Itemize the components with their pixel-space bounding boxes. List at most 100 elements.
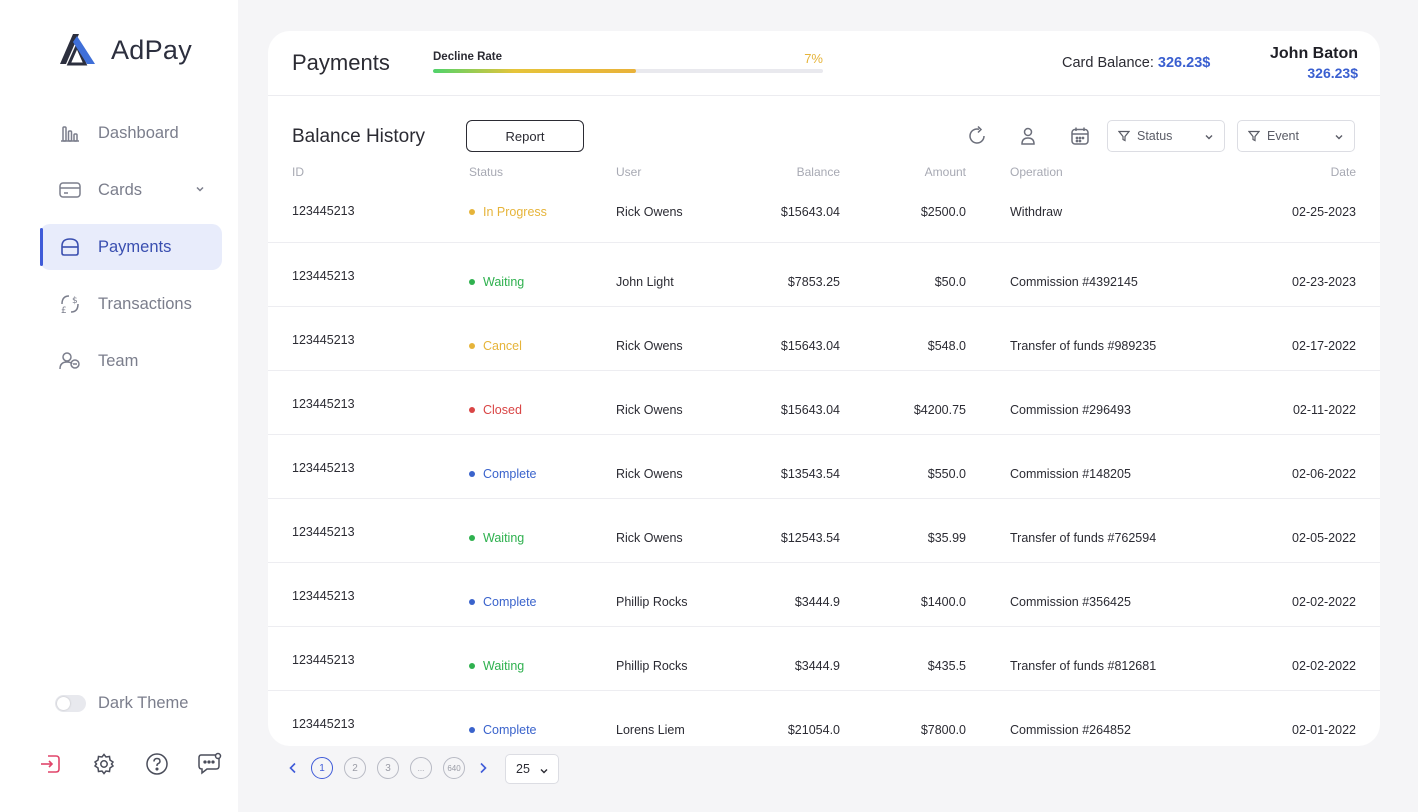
table-row[interactable]: 123445213 Waiting John Light $7853.25 $50.0 C… — [268, 243, 1380, 307]
gear-icon[interactable] — [91, 751, 117, 777]
top-bar: Payments Decline Rate 7% Card Balance: 3… — [268, 31, 1380, 96]
status-filter-label: Status — [1137, 129, 1173, 143]
table-row[interactable]: 123445213 In Progress Rick Owens $15643.04 $… — [268, 191, 1380, 243]
cell-amount: $548.0 — [927, 339, 966, 353]
page-button[interactable]: 640 — [443, 757, 465, 779]
dark-theme-setting: Dark Theme — [55, 694, 188, 713]
cell-amount: $50.0 — [934, 275, 966, 289]
status-text: Complete — [483, 595, 537, 609]
rows-per-page-select[interactable]: 25 — [505, 754, 559, 784]
table-row[interactable]: 123445213 Waiting Rick Owens $12543.54 $35.9… — [268, 499, 1380, 563]
sidebar-item-label: Team — [98, 351, 139, 370]
status-text: Waiting — [483, 531, 525, 545]
table-row[interactable]: 123445213 Complete Phillip Rocks $3444.9 $14… — [268, 563, 1380, 627]
dark-theme-toggle[interactable] — [55, 695, 86, 712]
cell-id: 123445213 — [292, 653, 355, 667]
status-dot-icon — [469, 471, 475, 477]
status-filter-dropdown[interactable]: Status — [1107, 120, 1225, 152]
adpay-logo-icon — [57, 30, 97, 71]
status-dot-icon — [469, 209, 475, 215]
table-row[interactable]: 123445213 Closed Rick Owens $15643.04 $4200.… — [268, 371, 1380, 435]
cell-status: Cancel — [469, 339, 522, 353]
cell-status: In Progress — [469, 205, 547, 219]
page-button[interactable]: ... — [410, 757, 432, 779]
card-balance-value: 326.23$ — [1157, 55, 1211, 71]
page-button[interactable]: 2 — [344, 757, 366, 779]
credit-card-icon — [58, 178, 82, 202]
sidebar-item-label: Transactions — [98, 294, 192, 313]
sidebar-item-payments[interactable]: Payments — [40, 224, 222, 270]
page-button[interactable]: 1 — [311, 757, 333, 779]
next-page-arrow-icon[interactable] — [476, 757, 490, 779]
column-header-id[interactable]: ID — [292, 165, 304, 179]
status-dot-icon — [469, 279, 475, 285]
logo[interactable]: AdPay — [57, 30, 192, 71]
cell-operation: Commission #148205 — [1010, 467, 1131, 481]
sidebar-item-label: Cards — [98, 180, 143, 199]
column-header-amount[interactable]: Amount — [925, 165, 966, 179]
status-text: Complete — [483, 723, 537, 737]
cell-operation: Commission #264852 — [1010, 723, 1131, 737]
table-row[interactable]: 123445213 Complete Rick Owens $13543.54 $550… — [268, 435, 1380, 499]
decline-rate-bar-fill — [433, 69, 636, 73]
chevron-down-icon — [1205, 135, 1213, 140]
cell-user: Rick Owens — [616, 205, 683, 219]
cell-operation: Transfer of funds #989235 — [1010, 339, 1157, 353]
cell-user: Rick Owens — [616, 531, 683, 545]
cell-amount: $1400.0 — [920, 595, 966, 609]
event-filter-dropdown[interactable]: Event — [1237, 120, 1355, 152]
column-header-operation[interactable]: Operation — [1010, 165, 1063, 179]
cell-user: Phillip Rocks — [616, 595, 688, 609]
calendar-icon[interactable] — [1068, 124, 1092, 148]
cell-amount: $35.99 — [927, 531, 966, 545]
column-header-status[interactable]: Status — [469, 165, 503, 179]
cell-id: 123445213 — [292, 717, 355, 731]
table-row[interactable]: 123445213 Complete Lorens Liem $21054.0 $780… — [268, 691, 1380, 746]
sidebar-nav: Dashboard Cards Payments $ £ Transaction… — [40, 110, 222, 395]
cell-user: Phillip Rocks — [616, 659, 688, 673]
sidebar-item-transactions[interactable]: $ £ Transactions — [40, 281, 222, 327]
status-text: Waiting — [483, 275, 525, 289]
previous-page-arrow-icon[interactable] — [286, 757, 300, 779]
table-row[interactable]: 123445213 Waiting Phillip Rocks $3444.9 $435… — [268, 627, 1380, 691]
sidebar-item-cards[interactable]: Cards — [40, 167, 222, 213]
chat-icon[interactable] — [197, 751, 223, 777]
cell-operation: Transfer of funds #762594 — [1010, 531, 1157, 545]
cell-date: 02-11-2022 — [1292, 403, 1356, 417]
sidebar-item-label: Dashboard — [98, 123, 179, 142]
sidebar-item-team[interactable]: Team — [40, 338, 222, 384]
report-button[interactable]: Report — [466, 120, 584, 152]
help-icon[interactable] — [144, 751, 170, 777]
card-balance: Card Balance: 326.23$ — [1062, 55, 1210, 71]
cell-amount: $435.5 — [927, 659, 966, 673]
table-row[interactable]: 123445213 Cancel Rick Owens $15643.04 $548.0… — [268, 307, 1380, 371]
sidebar-item-dashboard[interactable]: Dashboard — [40, 110, 222, 156]
column-header-user[interactable]: User — [616, 165, 641, 179]
cell-date: 02-25-2023 — [1292, 205, 1356, 219]
decline-rate: Decline Rate 7% — [433, 51, 823, 73]
cell-operation: Transfer of funds #812681 — [1010, 659, 1157, 673]
cell-balance: $12543.54 — [780, 531, 840, 545]
cell-user: Rick Owens — [616, 403, 683, 417]
svg-text:£: £ — [61, 306, 67, 316]
cell-date: 02-17-2022 — [1292, 339, 1356, 353]
decline-rate-bar — [433, 69, 823, 73]
user-filter-icon[interactable] — [1016, 124, 1040, 148]
cell-balance: $13543.54 — [780, 467, 840, 481]
cell-id: 123445213 — [292, 269, 355, 283]
status-dot-icon — [469, 407, 475, 413]
refresh-icon[interactable] — [965, 124, 989, 148]
column-header-date[interactable]: Date — [1331, 165, 1356, 179]
user-name: John Baton — [1270, 45, 1358, 62]
cell-date: 02-23-2023 — [1292, 275, 1356, 289]
table-header: ID Status User Balance Amount Operation … — [268, 165, 1380, 185]
rows-per-page-value: 25 — [516, 762, 530, 776]
user-profile[interactable]: John Baton 326.23$ — [1270, 45, 1358, 81]
cell-status: Complete — [469, 467, 537, 481]
page-button[interactable]: 3 — [377, 757, 399, 779]
logout-icon[interactable] — [38, 751, 64, 777]
filter-icon — [1118, 130, 1130, 142]
cell-status: Closed — [469, 403, 522, 417]
decline-rate-label: Decline Rate — [433, 51, 503, 63]
column-header-balance[interactable]: Balance — [797, 165, 840, 179]
